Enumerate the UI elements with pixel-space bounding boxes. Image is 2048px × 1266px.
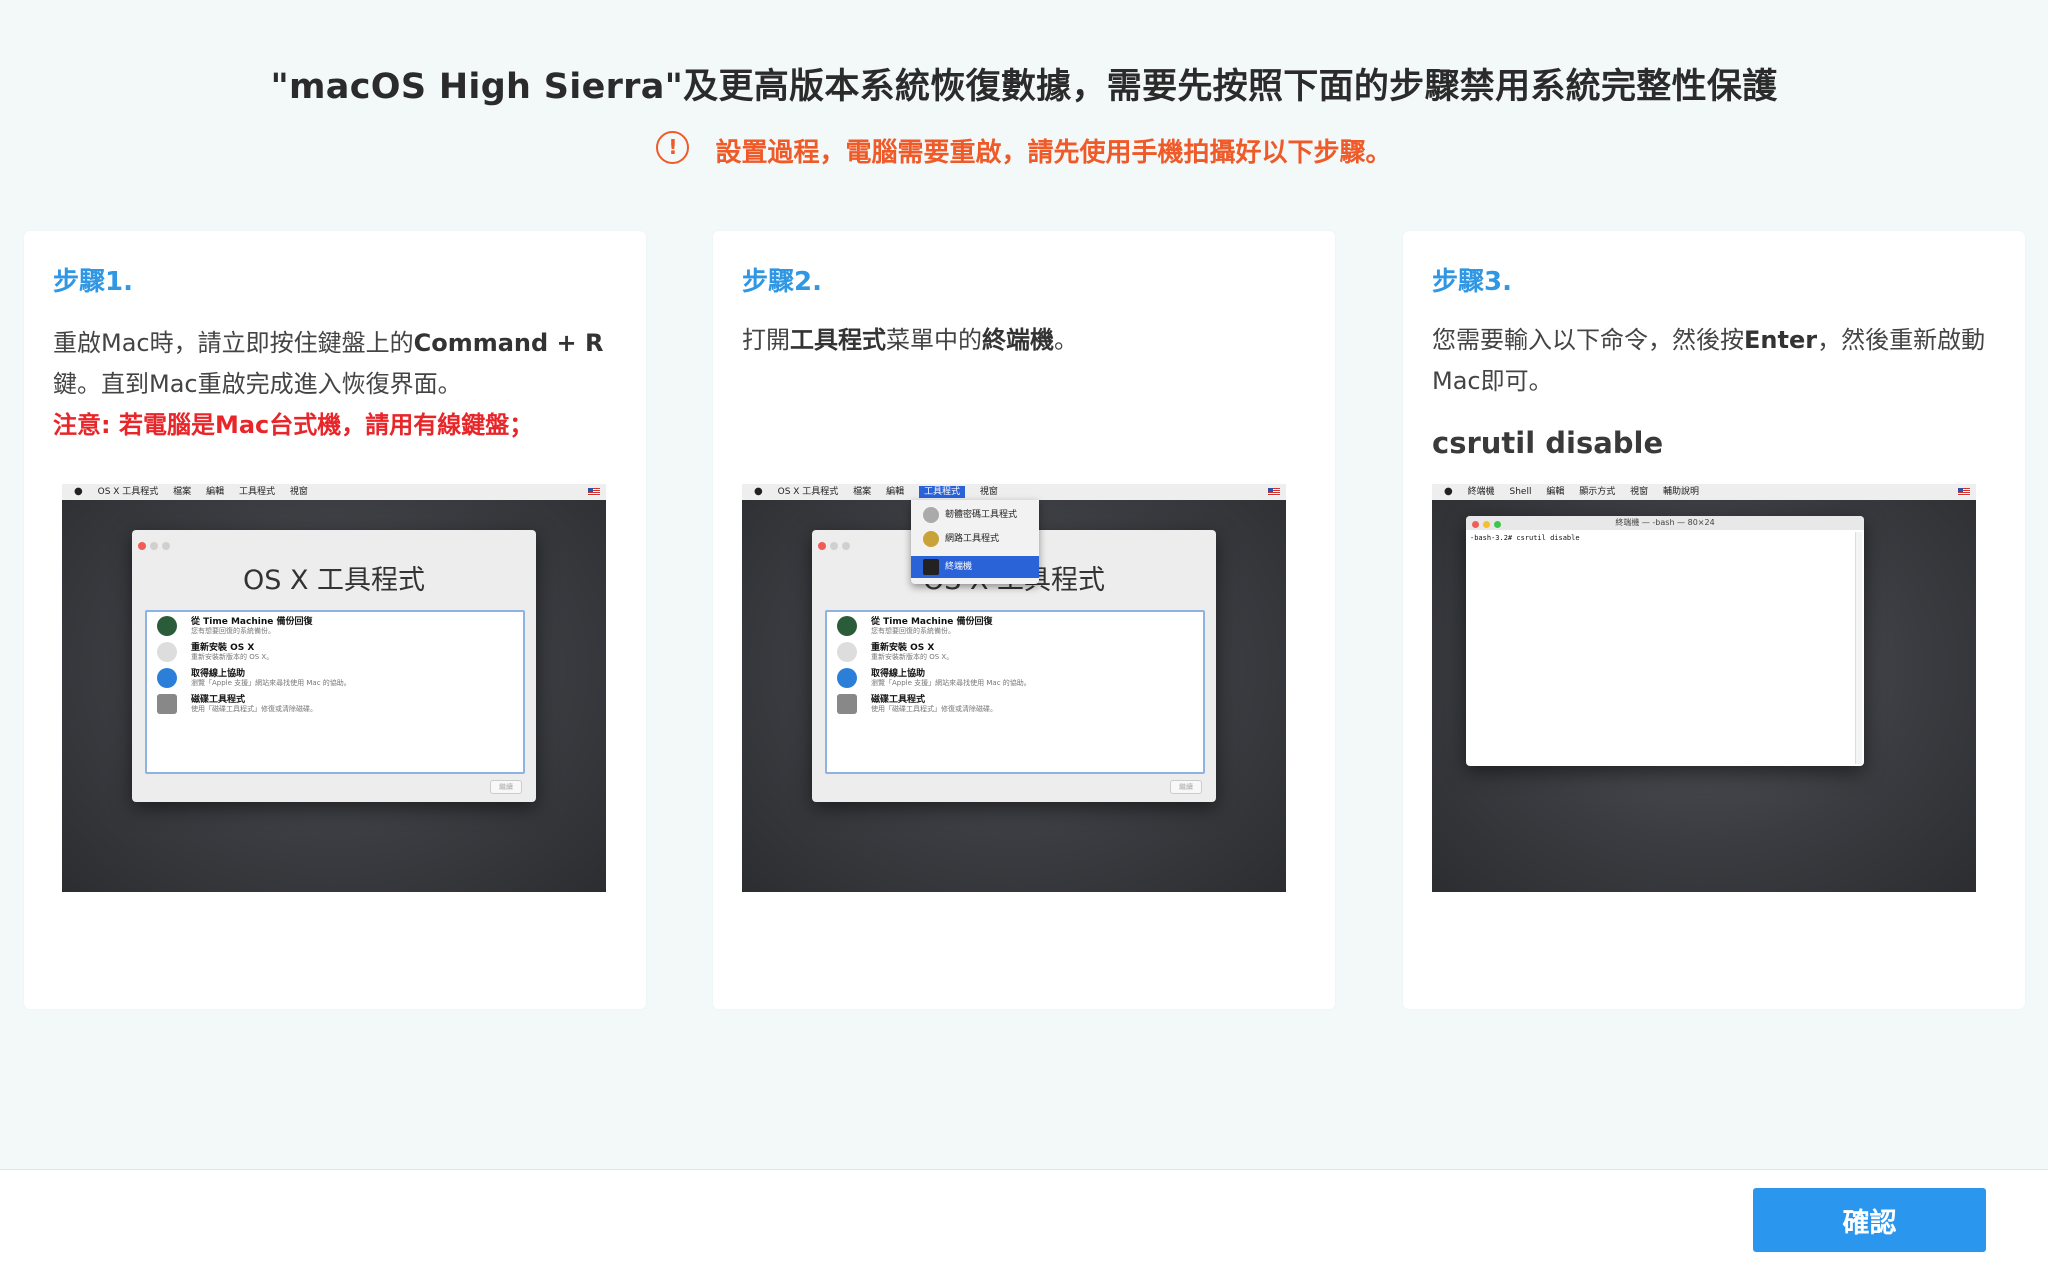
step-title: 步驟3. <box>1432 267 1512 297</box>
step-note: 注意: 若電腦是Mac台式機，請用有線鍵盤； <box>53 411 534 439</box>
step-description: 打開工具程式菜單中的終端機。 <box>742 320 1312 361</box>
warning-icon: ! <box>656 131 690 164</box>
apple-icon: ● <box>74 486 83 497</box>
confirm-button[interactable]: 確認 <box>1753 1188 1986 1252</box>
menu-item: 編輯 <box>886 487 905 497</box>
terminal-title: 終端機 — -bash — 80×24 <box>1615 518 1715 527</box>
item-sub: 瀏覽「Apple 支援」網站來尋找使用 Mac 的協助。 <box>191 679 351 687</box>
screenshot-terminal: ● 終端機 Shell 編輯 顯示方式 視窗 輔助說明 終端機 — -bash … <box>1432 484 1976 892</box>
install-icon <box>837 642 857 662</box>
continue-button: 繼續 <box>490 780 522 794</box>
lock-icon <box>923 506 939 523</box>
continue-button: 繼續 <box>1170 780 1202 794</box>
dropdown-item: 韌體密碼工具程式 <box>911 504 1039 526</box>
dropdown-item: 網路工具程式 <box>911 528 1039 550</box>
time-machine-icon <box>157 616 177 636</box>
menubar: ● OS X 工具程式 檔案 編輯 工具程式 視窗 <box>742 484 1286 500</box>
menu-item: 檔案 <box>173 487 192 497</box>
desc-text: 打開 <box>742 326 790 354</box>
item-sub: 使用「磁碟工具程式」修復或清除磁碟。 <box>191 705 317 713</box>
utilities-list: 從 Time Machine 備份回復 您有想要回復的系統備份。 重新安裝 OS… <box>145 610 525 774</box>
desc-text: 重啟Mac時，請立即按住鍵盤上的 <box>53 329 414 357</box>
menu-item: 視窗 <box>289 487 308 497</box>
footer-bar: 確認 <box>0 1169 2048 1266</box>
menubar: ● OS X 工具程式 檔案 編輯 工具程式 視窗 <box>62 484 606 500</box>
menu-item: 輔助說明 <box>1663 487 1700 497</box>
disk-utility-icon <box>837 694 857 714</box>
window-controls <box>138 535 174 554</box>
window-controls <box>1472 519 1505 533</box>
item-sub: 您有想要回復的系統備份。 <box>871 627 955 635</box>
time-machine-icon <box>837 616 857 636</box>
desc-keys: Command + R <box>413 329 604 357</box>
flag-icon <box>1268 488 1280 496</box>
step-description: 重啟Mac時，請立即按住鍵盤上的Command + R 鍵。直到Mac重啟完成進入… <box>53 323 623 446</box>
warning-text: 設置過程，電腦需要重啟，請先使用手機拍攝好以下步驟。 <box>715 138 1392 168</box>
menu-item: 編輯 <box>206 487 225 497</box>
item-sub: 瀏覽「Apple 支援」網站來尋找使用 Mac 的協助。 <box>871 679 1031 687</box>
menu-item: OS X 工具程式 <box>777 487 839 497</box>
menubar: ● 終端機 Shell 編輯 顯示方式 視窗 輔助說明 <box>1432 484 1976 500</box>
menu-item: 工具程式 <box>238 487 275 497</box>
safari-icon <box>157 668 177 688</box>
step-card-2: 步驟2. 打開工具程式菜單中的終端機。 ● OS X 工具程式 檔案 編輯 工具… <box>713 231 1335 1009</box>
screenshot-recovery-utilities: ● OS X 工具程式 檔案 編輯 工具程式 視窗 OS X 工具程式 從 Ti… <box>62 484 606 892</box>
desc-text: 。 <box>1054 326 1078 354</box>
network-icon <box>923 530 939 547</box>
command-text: csrutil disable <box>1432 426 1664 460</box>
terminal-icon <box>923 558 939 575</box>
apple-icon: ● <box>754 486 763 497</box>
step-description: 您需要輸入以下命令，然後按Enter，然後重新啟動Mac即可。 <box>1432 320 2002 402</box>
install-icon <box>157 642 177 662</box>
menu-item: 顯示方式 <box>1579 487 1616 497</box>
desc-bold: 終端機 <box>982 326 1054 354</box>
desc-text: 您需要輸入以下命令，然後按 <box>1432 326 1744 354</box>
dropdown-label: 終端機 <box>945 562 973 572</box>
menu-item: 視窗 <box>979 487 998 497</box>
menu-item: 檔案 <box>853 487 872 497</box>
dropdown-label: 網路工具程式 <box>945 534 1000 544</box>
page-title: "macOS High Sierra"及更高版本系統恢復數據，需要先按照下面的步… <box>270 67 1778 107</box>
menu-item: Shell <box>1509 487 1532 497</box>
item-sub: 重新安裝新版本的 OS X。 <box>871 653 954 661</box>
flag-icon <box>588 488 600 496</box>
safari-icon <box>837 668 857 688</box>
step-title: 步驟2. <box>742 267 822 297</box>
menu-item: OS X 工具程式 <box>97 487 159 497</box>
step-card-1: 步驟1. 重啟Mac時，請立即按住鍵盤上的Command + R 鍵。直到Mac重… <box>24 231 646 1009</box>
terminal-window: 終端機 — -bash — 80×24 -bash-3.2# csrutil d… <box>1466 516 1864 766</box>
terminal-scrollbar <box>1855 532 1862 764</box>
dropdown-label: 韌體密碼工具程式 <box>945 510 1018 520</box>
desc-text: 鍵。直到Mac重啟完成進入恢復界面。 <box>53 370 462 398</box>
terminal-line: -bash-3.2# csrutil disable <box>1470 534 1580 542</box>
menu-item: 編輯 <box>1546 487 1565 497</box>
item-sub: 您有想要回復的系統備份。 <box>191 627 275 635</box>
flag-icon <box>1958 488 1970 496</box>
desc-bold: 工具程式 <box>790 326 886 354</box>
utilities-dropdown-menu: 韌體密碼工具程式 網路工具程式 終端機 <box>911 500 1039 584</box>
menu-item: 視窗 <box>1630 487 1649 497</box>
dropdown-item-terminal: 終端機 <box>911 556 1039 578</box>
terminal-titlebar: 終端機 — -bash — 80×24 <box>1466 516 1864 530</box>
item-sub: 重新安裝新版本的 OS X。 <box>191 653 274 661</box>
menu-item-selected: 工具程式 <box>918 486 965 498</box>
window-title: OS X 工具程式 <box>242 565 426 596</box>
menu-item: 終端機 <box>1467 487 1495 497</box>
step-card-3: 步驟3. 您需要輸入以下命令，然後按Enter，然後重新啟動Mac即可。 csr… <box>1403 231 2025 1009</box>
desc-key: Enter <box>1744 326 1818 354</box>
desc-text: 菜單中的 <box>886 326 982 354</box>
warning-banner: ! 設置過程，電腦需要重啟，請先使用手機拍攝好以下步驟。 <box>0 131 2048 170</box>
step-title: 步驟1. <box>53 267 133 297</box>
apple-icon: ● <box>1444 486 1453 497</box>
window-controls <box>818 535 854 554</box>
disk-utility-icon <box>157 694 177 714</box>
utilities-window: OS X 工具程式 從 Time Machine 備份回復 您有想要回復的系統備… <box>132 530 536 802</box>
screenshot-utilities-menu: ● OS X 工具程式 檔案 編輯 工具程式 視窗 OS X 工具程式 從 Ti… <box>742 484 1286 892</box>
item-sub: 使用「磁碟工具程式」修復或清除磁碟。 <box>871 705 997 713</box>
utilities-list: 從 Time Machine 備份回復 您有想要回復的系統備份。 重新安裝 OS… <box>825 610 1205 774</box>
